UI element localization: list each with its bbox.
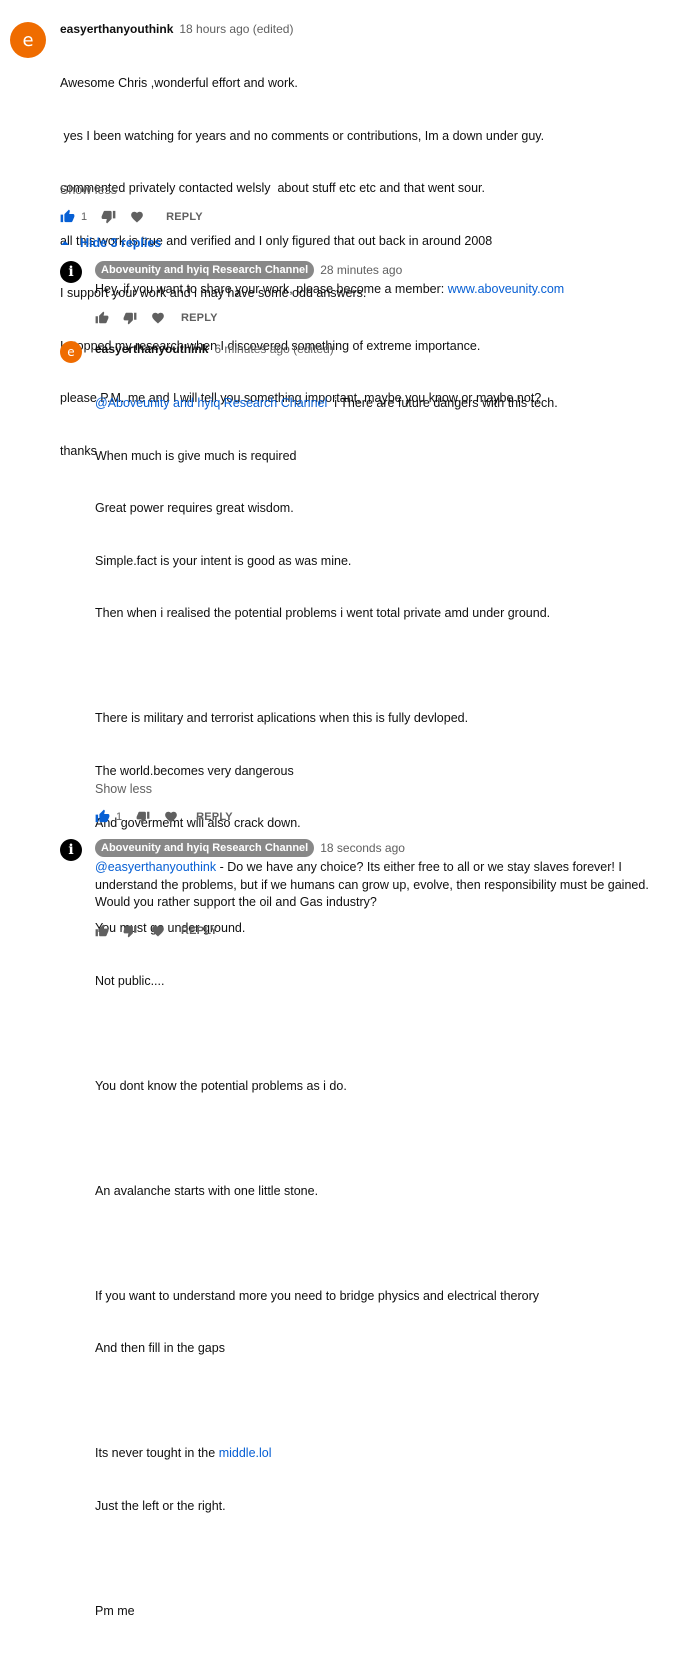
mention-link[interactable]: @Aboveunity and hyiq Research Channel [95, 396, 327, 410]
thumbs-up-icon [95, 809, 110, 823]
heart-button[interactable] [151, 311, 165, 325]
heart-icon [165, 811, 177, 822]
comment-header: Aboveunity and hyiq Research Channel 18 … [95, 839, 405, 857]
show-less-button[interactable]: Show less [95, 782, 152, 796]
comment-line: There is military and terrorist aplicati… [95, 711, 469, 725]
comment-actions: 1 REPLY [60, 209, 203, 224]
comment-header: easyerthanyouthink 6 minutes ago (edited… [95, 342, 334, 356]
comment-line: @Aboveunity and hyiq Research Channel i … [95, 395, 685, 413]
like-count: 1 [81, 210, 88, 223]
channel-owner-badge[interactable]: Aboveunity and hyiq Research Channel [95, 839, 315, 857]
comment-line: The world.becomes very dangerous [95, 763, 294, 778]
comment-actions: REPLY [95, 924, 218, 938]
comment-actions: 1 REPLY [95, 809, 233, 824]
comment-line: Simple.fact is your intent is good as wa… [95, 553, 352, 568]
comment-line: Not public.... [95, 973, 165, 988]
heart-icon [131, 211, 143, 222]
comment-line: yes I been watching for years and no com… [60, 128, 545, 143]
caret-up-icon [61, 241, 69, 245]
middle-prefix: Its never tought in the [95, 1446, 219, 1460]
comment-actions: REPLY [95, 311, 218, 325]
comment-line: You dont know the potential problems as … [95, 1078, 347, 1093]
reply-text: Hey, if you want to share your work, ple… [95, 282, 448, 296]
heart-button[interactable] [151, 924, 165, 938]
thumbs-down-icon [101, 210, 116, 224]
comment-line: And then fill in the gaps [95, 1341, 225, 1355]
avatar[interactable]: i [60, 261, 82, 283]
reply-button[interactable]: REPLY [181, 312, 218, 324]
comment-line: ​ [95, 1550, 685, 1568]
comment-text: Hey, if you want to share your work, ple… [95, 281, 685, 299]
like-button[interactable]: 1 [60, 209, 87, 224]
comment-line: Awesome Chris ,wonderful effort and work… [60, 76, 298, 90]
avatar-letter: i [68, 842, 74, 858]
avatar[interactable]: e [10, 22, 46, 58]
comment-time[interactable]: 18 hours ago (edited) [179, 22, 293, 36]
comment-header: easyerthanyouthink 18 hours ago (edited) [60, 22, 293, 36]
thumbs-up-icon [60, 209, 75, 223]
thumbs-down-icon [123, 925, 137, 938]
avatar[interactable]: e [60, 341, 82, 363]
comment-line: Great power requires great wisdom. [95, 501, 294, 515]
show-less-button[interactable]: Show less [60, 183, 117, 197]
avatar-letter: i [68, 264, 74, 280]
avatar[interactable]: i [60, 839, 82, 861]
comment-time[interactable]: 28 minutes ago [320, 263, 402, 277]
comment-time[interactable]: 6 minutes ago (edited) [214, 342, 333, 356]
comment-author[interactable]: easyerthanyouthink [60, 22, 173, 36]
comment-line: Pm me [95, 1603, 135, 1618]
heart-button[interactable] [130, 210, 144, 224]
dislike-button[interactable] [136, 810, 150, 824]
thumbs-down-icon [136, 811, 150, 823]
reply-button[interactable]: REPLY [181, 925, 218, 937]
reply-button[interactable]: REPLY [166, 211, 203, 223]
comment-line: commented privately contacted welsly abo… [60, 181, 485, 195]
channel-owner-badge[interactable]: Aboveunity and hyiq Research Channel [95, 261, 315, 279]
thumbs-up-icon [95, 311, 109, 324]
dislike-button[interactable] [123, 311, 137, 325]
thumbs-up-icon [95, 924, 109, 937]
comment-time[interactable]: 18 seconds ago [320, 841, 405, 855]
avatar-letter: e [67, 345, 75, 359]
comment-line: An avalanche starts with one little ston… [95, 1183, 319, 1198]
website-link[interactable]: www.aboveunity.com [448, 282, 565, 296]
mention-link[interactable]: @easyerthanyouthink [95, 860, 216, 874]
like-button[interactable]: 1 [95, 809, 122, 824]
comment-author[interactable]: easyerthanyouthink [95, 342, 208, 356]
hide-replies-button[interactable]: Hide 3 replies [60, 236, 161, 250]
middle-link[interactable]: middle.lol [219, 1446, 272, 1460]
comment-line: ​ [95, 1393, 685, 1411]
heart-button[interactable] [164, 810, 178, 824]
comment-line: ​ [95, 1130, 685, 1148]
comment-line: Just the left or the right. [95, 1498, 226, 1513]
comment-text: @Aboveunity and hyiq Research Channel i … [95, 360, 685, 1655]
reply-button[interactable]: REPLY [196, 811, 233, 823]
comment-line: When much is give much is required [95, 448, 297, 463]
heart-icon [152, 925, 164, 937]
dislike-button[interactable] [123, 924, 137, 938]
avatar-letter: e [22, 29, 34, 51]
dislike-button[interactable] [101, 209, 116, 224]
thumbs-down-icon [123, 312, 137, 325]
hide-replies-label: Hide 3 replies [80, 236, 162, 250]
mention-followup: i There are future dangers with this tec… [327, 396, 558, 410]
heart-icon [152, 312, 164, 324]
comment-header: Aboveunity and hyiq Research Channel 28 … [95, 261, 402, 279]
comment-line: ​ [95, 658, 685, 676]
comment-line: Its never tought in the middle.lol [95, 1445, 685, 1463]
like-button[interactable] [95, 924, 109, 938]
like-count: 1 [116, 810, 123, 823]
comment-line: Then when i realised the potential probl… [95, 606, 551, 620]
comment-line: ​ [95, 1235, 685, 1253]
comment-line: If you want to understand more you need … [95, 1288, 540, 1303]
comment-line: ​ [95, 1025, 685, 1043]
like-button[interactable] [95, 311, 109, 325]
comment-text: @easyerthanyouthink - Do we have any cho… [95, 859, 680, 912]
